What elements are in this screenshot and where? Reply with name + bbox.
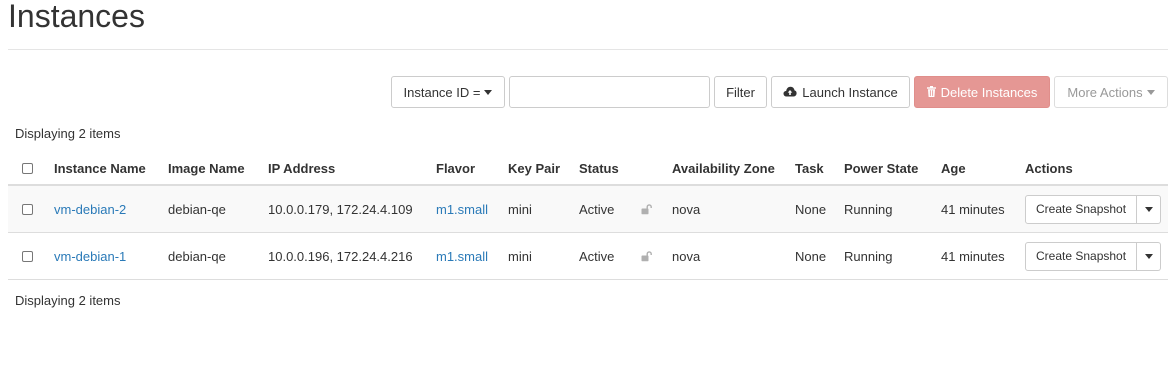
power-state: Running — [844, 248, 893, 264]
status-text: Active — [579, 248, 615, 264]
header-image-name[interactable]: Image Name — [168, 152, 245, 184]
status-text: Active — [579, 201, 615, 217]
image-name: debian-qe — [168, 248, 226, 264]
caret-down-icon — [1144, 253, 1153, 259]
filter-input[interactable] — [509, 76, 710, 108]
task: None — [795, 201, 827, 217]
table-row: vm-debian-1 debian-qe 10.0.0.196, 172.24… — [8, 233, 1168, 280]
delete-instances-button[interactable]: Delete Instances — [914, 76, 1050, 108]
age: 41 minutes — [941, 201, 1005, 217]
caret-down-icon — [1146, 89, 1155, 95]
caret-down-icon — [1144, 206, 1153, 212]
items-count-bottom: Displaying 2 items — [15, 293, 121, 308]
row-actions-dropdown-toggle[interactable] — [1137, 241, 1162, 271]
task: None — [795, 248, 827, 264]
row-actions-dropdown-toggle[interactable] — [1137, 194, 1162, 224]
row-checkbox[interactable] — [22, 250, 33, 262]
action-button-group: Create Snapshot — [1025, 194, 1162, 224]
page-title: Instances — [8, 0, 145, 34]
power-state: Running — [844, 201, 893, 217]
table-row: vm-debian-2 debian-qe 10.0.0.179, 172.24… — [8, 186, 1168, 233]
header-status[interactable]: Status — [579, 152, 619, 184]
filter-button[interactable]: Filter — [714, 76, 767, 108]
ip-address: 10.0.0.196, 172.24.4.216 — [268, 248, 413, 264]
select-all-cell — [22, 152, 33, 184]
cloud-upload-icon — [783, 86, 797, 99]
row-actions: Create Snapshot — [1025, 186, 1162, 232]
launch-instance-button[interactable]: Launch Instance — [771, 76, 910, 108]
header-actions: Actions — [1025, 160, 1073, 176]
availability-zone: nova — [672, 201, 701, 217]
select-all-checkbox[interactable] — [22, 162, 33, 174]
age: 41 minutes — [941, 248, 1005, 264]
row-select-cell — [22, 233, 33, 279]
create-snapshot-button[interactable]: Create Snapshot — [1025, 194, 1138, 224]
filter-button-label: Filter — [726, 84, 755, 100]
trash-icon — [926, 85, 936, 99]
row-actions: Create Snapshot — [1025, 233, 1162, 279]
header-flavor[interactable]: Flavor — [436, 152, 475, 184]
availability-zone: nova — [672, 248, 701, 264]
unlock-icon — [641, 233, 652, 279]
delete-instances-label: Delete Instances — [940, 84, 1038, 100]
filter-field-label: Instance ID = — [403, 84, 481, 100]
more-actions-button[interactable]: More Actions — [1054, 76, 1168, 108]
header-power-state[interactable]: Power State — [844, 152, 918, 184]
caret-down-icon — [484, 89, 493, 95]
header-ip-address[interactable]: IP Address — [268, 152, 335, 184]
instances-table: Instance Name Image Name IP Address Flav… — [8, 152, 1168, 280]
key-pair: mini — [508, 248, 532, 264]
image-name: debian-qe — [168, 201, 226, 217]
launch-instance-label: Launch Instance — [802, 84, 898, 100]
table-toolbar: Instance ID = Filter Launch Instance Del… — [391, 76, 1168, 108]
header-key-pair[interactable]: Key Pair — [508, 152, 560, 184]
table-header-row: Instance Name Image Name IP Address Flav… — [8, 152, 1168, 186]
ip-address: 10.0.0.179, 172.24.4.109 — [268, 201, 413, 217]
header-instance-name[interactable]: Instance Name — [54, 152, 146, 184]
more-actions-label: More Actions — [1067, 84, 1143, 100]
instance-name-link[interactable]: vm-debian-2 — [54, 186, 126, 232]
instance-name-link[interactable]: vm-debian-1 — [54, 233, 126, 279]
create-snapshot-button[interactable]: Create Snapshot — [1025, 241, 1138, 271]
flavor-link[interactable]: m1.small — [436, 186, 488, 232]
flavor-link[interactable]: m1.small — [436, 233, 488, 279]
filter-field-dropdown[interactable]: Instance ID = — [391, 76, 505, 108]
row-select-cell — [22, 186, 33, 232]
header-task[interactable]: Task — [795, 152, 824, 184]
key-pair: mini — [508, 201, 532, 217]
title-divider — [8, 49, 1168, 50]
header-availability-zone[interactable]: Availability Zone — [672, 152, 775, 184]
action-button-group: Create Snapshot — [1025, 241, 1162, 271]
header-age[interactable]: Age — [941, 152, 966, 184]
row-checkbox[interactable] — [22, 203, 33, 215]
items-count-top: Displaying 2 items — [15, 126, 121, 141]
unlock-icon — [641, 186, 652, 232]
